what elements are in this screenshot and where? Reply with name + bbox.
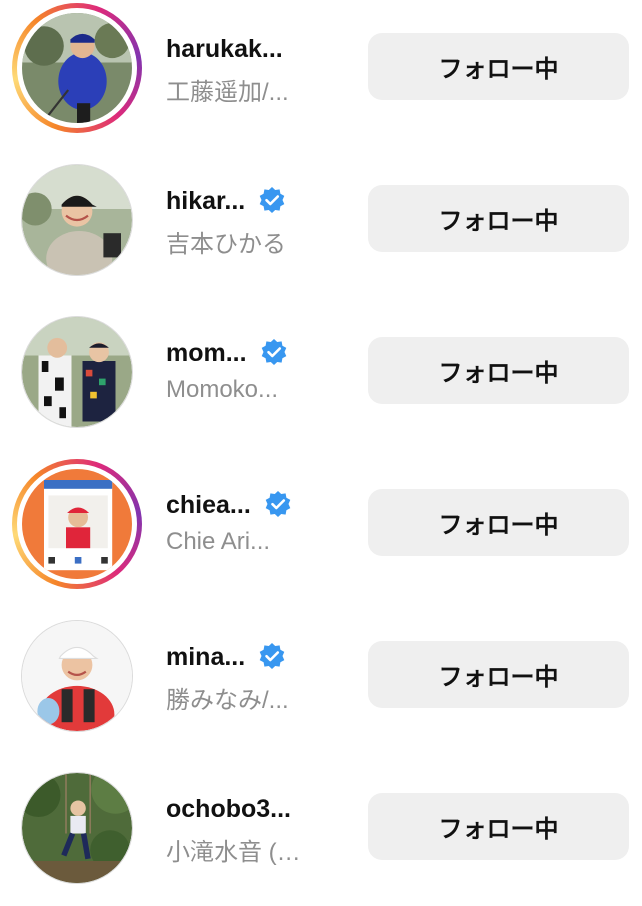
avatar: [22, 13, 132, 123]
avatar-container[interactable]: [12, 307, 142, 437]
avatar-story-ring[interactable]: [12, 3, 142, 133]
verified-badge-icon: [257, 186, 287, 216]
avatar: [22, 621, 132, 731]
following-button[interactable]: フォロー中: [368, 793, 629, 860]
username[interactable]: hikar...: [166, 187, 245, 216]
full-name: 工藤遥加/...: [166, 79, 289, 106]
avatar: [22, 317, 132, 427]
avatar-container[interactable]: [12, 611, 142, 741]
username[interactable]: harukak...: [166, 35, 283, 64]
avatar-story-ring[interactable]: [12, 459, 142, 589]
username[interactable]: mom...: [166, 339, 247, 368]
username[interactable]: chiea...: [166, 491, 251, 520]
verified-badge-icon: [259, 338, 289, 368]
following-list: harukak... 工藤遥加/... フォロー中 hikar... 吉本ひかる…: [0, 0, 642, 906]
list-item[interactable]: mom... Momoko... フォロー中: [0, 304, 642, 456]
avatar: [22, 469, 132, 579]
following-button[interactable]: フォロー中: [368, 489, 629, 556]
list-item[interactable]: harukak... 工藤遥加/... フォロー中: [0, 0, 642, 152]
list-item[interactable]: mina... 勝みなみ/... フォロー中: [0, 608, 642, 760]
verified-badge-icon: [257, 642, 287, 672]
avatar: [22, 773, 132, 883]
following-button[interactable]: フォロー中: [368, 641, 629, 708]
avatar-container[interactable]: [12, 763, 142, 893]
list-item[interactable]: ochobo3... 小滝水音 (… フォロー中: [0, 760, 642, 906]
username[interactable]: mina...: [166, 643, 245, 672]
following-button[interactable]: フォロー中: [368, 33, 629, 100]
full-name: 勝みなみ/...: [166, 687, 289, 714]
verified-badge-icon: [263, 490, 293, 520]
username[interactable]: ochobo3...: [166, 795, 291, 824]
following-button[interactable]: フォロー中: [368, 185, 629, 252]
full-name: 小滝水音 (…: [166, 839, 301, 866]
full-name: 吉本ひかる: [166, 231, 286, 258]
full-name: Chie Ari...: [166, 528, 271, 555]
full-name: Momoko...: [166, 376, 279, 403]
avatar-container[interactable]: [12, 155, 142, 285]
avatar: [22, 165, 132, 275]
following-button[interactable]: フォロー中: [368, 337, 629, 404]
list-item[interactable]: chiea... Chie Ari... フォロー中: [0, 456, 642, 608]
list-item[interactable]: hikar... 吉本ひかる フォロー中: [0, 152, 642, 304]
